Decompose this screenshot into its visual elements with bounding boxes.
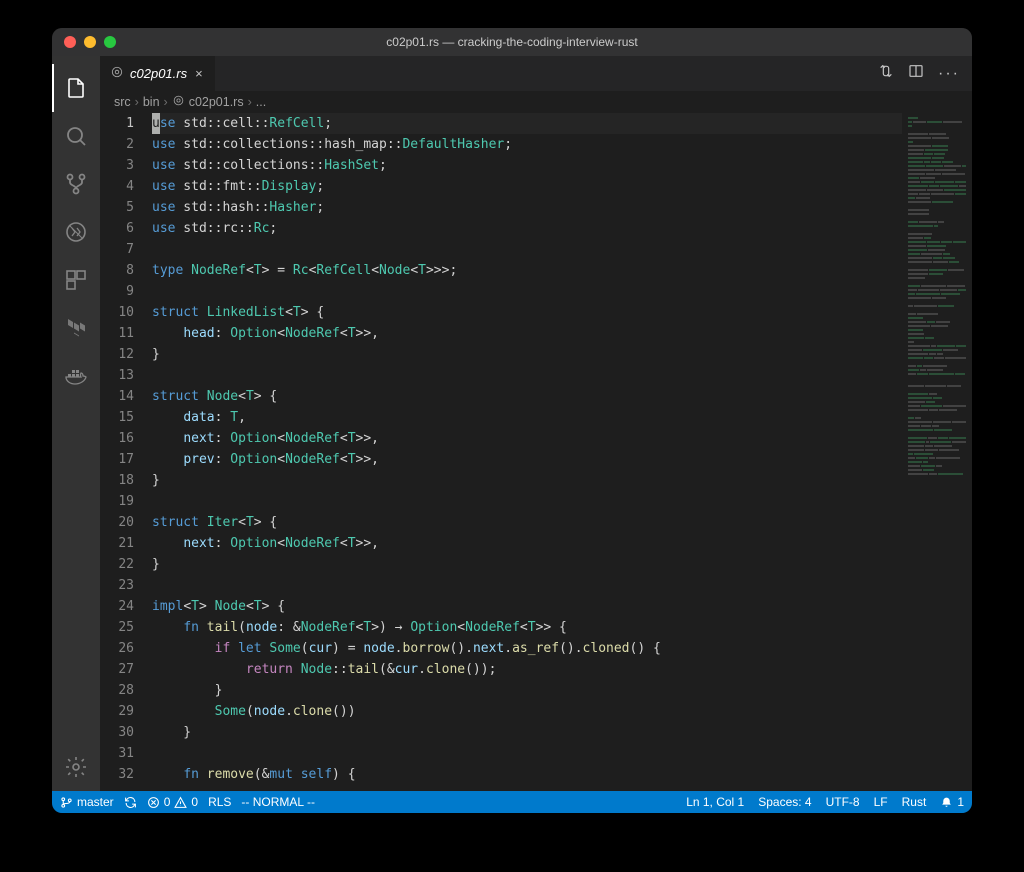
breadcrumb-part[interactable]: c02p01.rs: [189, 95, 244, 109]
chevron-right-icon: ›: [135, 95, 139, 109]
editor-tabs: c02p01.rs × ···: [100, 56, 972, 91]
breadcrumb-part[interactable]: ...: [256, 95, 266, 109]
more-actions-icon[interactable]: ···: [938, 65, 960, 83]
sync-changes-button[interactable]: [124, 796, 137, 809]
editor-actions: ···: [878, 56, 972, 91]
explorer-icon[interactable]: [52, 64, 100, 112]
git-branch-name: master: [77, 795, 114, 809]
terraform-icon[interactable]: [52, 304, 100, 352]
encoding-status[interactable]: UTF-8: [826, 795, 860, 809]
language-server-status[interactable]: RLS: [208, 795, 231, 809]
rust-file-icon: [110, 65, 124, 82]
vim-mode-status: -- NORMAL --: [241, 795, 315, 809]
compare-changes-icon[interactable]: [878, 63, 894, 84]
editor-viewport[interactable]: 1234567891011121314151617181920212223242…: [100, 113, 972, 791]
activity-bar: [52, 56, 100, 791]
main-body: c02p01.rs × ··· src › bin ›: [52, 56, 972, 791]
close-window-button[interactable]: [64, 36, 76, 48]
cursor-position-status[interactable]: Ln 1, Col 1: [686, 795, 744, 809]
editor-area: c02p01.rs × ··· src › bin ›: [100, 56, 972, 791]
status-bar: master 0 0 RLS -- NORMAL -- Ln 1, Col 1 …: [52, 791, 972, 813]
notifications-status[interactable]: 1: [940, 795, 964, 809]
chevron-right-icon: ›: [248, 95, 252, 109]
tab-c02p01[interactable]: c02p01.rs ×: [100, 56, 216, 91]
debug-icon[interactable]: [52, 208, 100, 256]
breadcrumb-part[interactable]: bin: [143, 95, 160, 109]
language-mode-status[interactable]: Rust: [902, 795, 927, 809]
error-count: 0: [164, 795, 171, 809]
indentation-status[interactable]: Spaces: 4: [758, 795, 811, 809]
docker-icon[interactable]: [52, 352, 100, 400]
code-content[interactable]: use std::cell::RefCell;use std::collecti…: [152, 113, 902, 791]
problems-status[interactable]: 0 0: [147, 795, 198, 809]
search-icon[interactable]: [52, 112, 100, 160]
zoom-window-button[interactable]: [104, 36, 116, 48]
breadcrumb[interactable]: src › bin › c02p01.rs › ...: [100, 91, 972, 113]
breadcrumb-part[interactable]: src: [114, 95, 131, 109]
minimap[interactable]: [902, 113, 972, 791]
chevron-right-icon: ›: [164, 95, 168, 109]
window-title: c02p01.rs — cracking-the-coding-intervie…: [52, 35, 972, 49]
eol-status[interactable]: LF: [874, 795, 888, 809]
line-number-gutter: 1234567891011121314151617181920212223242…: [100, 113, 152, 791]
traffic-lights: [52, 36, 116, 48]
tab-filename: c02p01.rs: [130, 66, 187, 81]
titlebar: c02p01.rs — cracking-the-coding-intervie…: [52, 28, 972, 56]
split-editor-icon[interactable]: [908, 63, 924, 84]
extensions-icon[interactable]: [52, 256, 100, 304]
window: c02p01.rs — cracking-the-coding-intervie…: [52, 28, 972, 813]
warning-count: 0: [191, 795, 198, 809]
minimize-window-button[interactable]: [84, 36, 96, 48]
rust-file-icon: [172, 94, 185, 110]
git-branch-status[interactable]: master: [60, 795, 114, 809]
settings-gear-icon[interactable]: [52, 743, 100, 791]
source-control-icon[interactable]: [52, 160, 100, 208]
tab-close-icon[interactable]: ×: [193, 64, 205, 83]
